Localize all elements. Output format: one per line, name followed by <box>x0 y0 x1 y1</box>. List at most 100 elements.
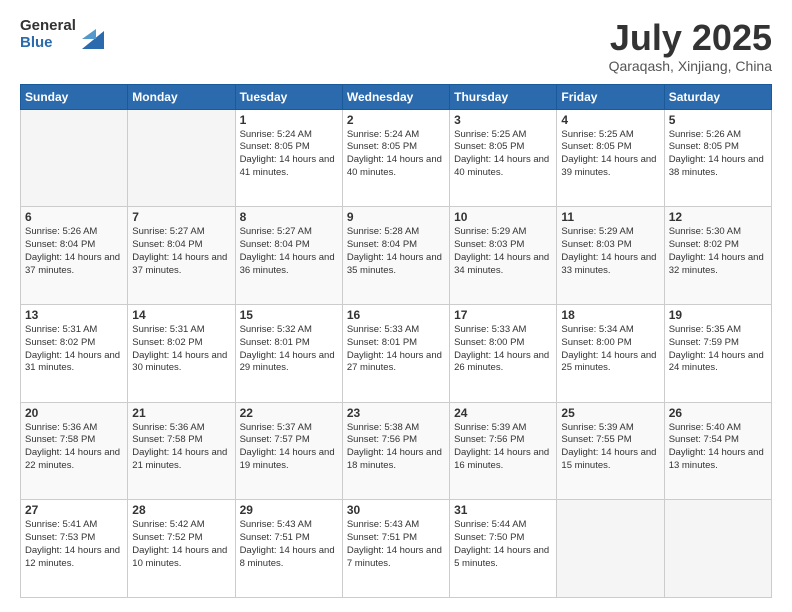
day-number: 30 <box>347 503 445 517</box>
day-number: 12 <box>669 210 767 224</box>
day-number: 22 <box>240 406 338 420</box>
day-number: 15 <box>240 308 338 322</box>
calendar-cell <box>557 500 664 598</box>
day-number: 6 <box>25 210 123 224</box>
day-number: 19 <box>669 308 767 322</box>
day-number: 28 <box>132 503 230 517</box>
cell-info: Sunrise: 5:27 AMSunset: 8:04 PMDaylight:… <box>132 226 230 277</box>
weekday-header: Thursday <box>450 84 557 109</box>
calendar-cell: 19 Sunrise: 5:35 AMSunset: 7:59 PMDayligh… <box>664 304 771 402</box>
day-number: 26 <box>669 406 767 420</box>
day-number: 25 <box>561 406 659 420</box>
day-number: 8 <box>240 210 338 224</box>
calendar-cell: 12 Sunrise: 5:30 AMSunset: 8:02 PMDayligh… <box>664 207 771 305</box>
day-number: 4 <box>561 113 659 127</box>
day-number: 24 <box>454 406 552 420</box>
cell-info: Sunrise: 5:28 AMSunset: 8:04 PMDaylight:… <box>347 226 445 277</box>
day-number: 17 <box>454 308 552 322</box>
page: General Blue July 2025 Qaraqash, Xinjian… <box>0 0 792 612</box>
calendar-week-row: 20Sunrise: 5:36 AMSunset: 7:58 PMDayligh… <box>21 402 772 500</box>
calendar-cell: 30 Sunrise: 5:43 AMSunset: 7:51 PMDayligh… <box>342 500 449 598</box>
calendar-cell: 9 Sunrise: 5:28 AMSunset: 8:04 PMDaylight… <box>342 207 449 305</box>
cell-info: Sunrise: 5:33 AMSunset: 8:00 PMDaylight:… <box>454 324 552 375</box>
day-number: 1 <box>240 113 338 127</box>
calendar-cell: 28 Sunrise: 5:42 AMSunset: 7:52 PMDayligh… <box>128 500 235 598</box>
calendar-week-row: 1 Sunrise: 5:24 AMSunset: 8:05 PMDaylight… <box>21 109 772 207</box>
month-title: July 2025 <box>609 18 772 58</box>
cell-info: Sunrise: 5:38 AMSunset: 7:56 PMDaylight:… <box>347 422 445 473</box>
calendar-cell <box>21 109 128 207</box>
calendar-cell: 15 Sunrise: 5:32 AMSunset: 8:01 PMDayligh… <box>235 304 342 402</box>
weekday-header: Wednesday <box>342 84 449 109</box>
calendar-cell: 11 Sunrise: 5:29 AMSunset: 8:03 PMDayligh… <box>557 207 664 305</box>
calendar-cell: 29Sunrise: 5:43 AMSunset: 7:51 PMDayligh… <box>235 500 342 598</box>
cell-info: Sunrise: 5:26 AMSunset: 8:04 PMDaylight:… <box>25 226 123 277</box>
cell-info: Sunrise: 5:35 AMSunset: 7:59 PMDaylight:… <box>669 324 767 375</box>
cell-info: Sunrise: 5:37 AMSunset: 7:57 PMDaylight:… <box>240 422 338 473</box>
calendar-cell: 3Sunrise: 5:25 AMSunset: 8:05 PMDaylight… <box>450 109 557 207</box>
calendar-week-row: 13Sunrise: 5:31 AMSunset: 8:02 PMDayligh… <box>21 304 772 402</box>
day-number: 9 <box>347 210 445 224</box>
cell-info: Sunrise: 5:30 AMSunset: 8:02 PMDaylight:… <box>669 226 767 277</box>
day-number: 18 <box>561 308 659 322</box>
day-number: 29 <box>240 503 338 517</box>
calendar-header-row: SundayMondayTuesdayWednesdayThursdayFrid… <box>21 84 772 109</box>
weekday-header: Tuesday <box>235 84 342 109</box>
cell-info: Sunrise: 5:31 AMSunset: 8:02 PMDaylight:… <box>132 324 230 375</box>
calendar-cell: 2 Sunrise: 5:24 AMSunset: 8:05 PMDaylight… <box>342 109 449 207</box>
logo-text: General Blue <box>20 18 76 51</box>
day-number: 11 <box>561 210 659 224</box>
calendar-table: SundayMondayTuesdayWednesdayThursdayFrid… <box>20 84 772 598</box>
calendar-cell: 31 Sunrise: 5:44 AMSunset: 7:50 PMDayligh… <box>450 500 557 598</box>
cell-info: Sunrise: 5:39 AMSunset: 7:55 PMDaylight:… <box>561 422 659 473</box>
calendar-cell: 6 Sunrise: 5:26 AMSunset: 8:04 PMDaylight… <box>21 207 128 305</box>
weekday-header: Saturday <box>664 84 771 109</box>
cell-info: Sunrise: 5:25 AMSunset: 8:05 PMDaylight:… <box>454 129 552 180</box>
calendar-week-row: 27 Sunrise: 5:41 AMSunset: 7:53 PMDayligh… <box>21 500 772 598</box>
day-number: 23 <box>347 406 445 420</box>
day-number: 7 <box>132 210 230 224</box>
weekday-header: Friday <box>557 84 664 109</box>
logo-general: General <box>20 18 76 35</box>
cell-info: Sunrise: 5:34 AMSunset: 8:00 PMDaylight:… <box>561 324 659 375</box>
cell-info: Sunrise: 5:26 AMSunset: 8:05 PMDaylight:… <box>669 129 767 180</box>
calendar-cell: 18 Sunrise: 5:34 AMSunset: 8:00 PMDayligh… <box>557 304 664 402</box>
day-number: 31 <box>454 503 552 517</box>
day-number: 14 <box>132 308 230 322</box>
day-number: 27 <box>25 503 123 517</box>
calendar-cell: 4 Sunrise: 5:25 AMSunset: 8:05 PMDaylight… <box>557 109 664 207</box>
calendar-cell: 24Sunrise: 5:39 AMSunset: 7:56 PMDayligh… <box>450 402 557 500</box>
calendar-cell <box>128 109 235 207</box>
weekday-header: Sunday <box>21 84 128 109</box>
cell-info: Sunrise: 5:43 AMSunset: 7:51 PMDaylight:… <box>347 519 445 570</box>
calendar-cell: 21Sunrise: 5:36 AMSunset: 7:58 PMDayligh… <box>128 402 235 500</box>
calendar-cell: 20Sunrise: 5:36 AMSunset: 7:58 PMDayligh… <box>21 402 128 500</box>
logo-blue: Blue <box>20 35 76 52</box>
weekday-header: Monday <box>128 84 235 109</box>
calendar-cell: 14 Sunrise: 5:31 AMSunset: 8:02 PMDayligh… <box>128 304 235 402</box>
cell-info: Sunrise: 5:44 AMSunset: 7:50 PMDaylight:… <box>454 519 552 570</box>
logo: General Blue <box>20 18 104 51</box>
cell-info: Sunrise: 5:41 AMSunset: 7:53 PMDaylight:… <box>25 519 123 570</box>
cell-info: Sunrise: 5:25 AMSunset: 8:05 PMDaylight:… <box>561 129 659 180</box>
cell-info: Sunrise: 5:29 AMSunset: 8:03 PMDaylight:… <box>561 226 659 277</box>
calendar-cell: 5Sunrise: 5:26 AMSunset: 8:05 PMDaylight… <box>664 109 771 207</box>
calendar-cell: 16Sunrise: 5:33 AMSunset: 8:01 PMDayligh… <box>342 304 449 402</box>
day-number: 2 <box>347 113 445 127</box>
calendar-cell: 22 Sunrise: 5:37 AMSunset: 7:57 PMDayligh… <box>235 402 342 500</box>
calendar-cell: 1 Sunrise: 5:24 AMSunset: 8:05 PMDaylight… <box>235 109 342 207</box>
day-number: 10 <box>454 210 552 224</box>
cell-info: Sunrise: 5:24 AMSunset: 8:05 PMDaylight:… <box>347 129 445 180</box>
cell-info: Sunrise: 5:32 AMSunset: 8:01 PMDaylight:… <box>240 324 338 375</box>
day-number: 21 <box>132 406 230 420</box>
calendar-cell: 10Sunrise: 5:29 AMSunset: 8:03 PMDayligh… <box>450 207 557 305</box>
calendar-cell: 17 Sunrise: 5:33 AMSunset: 8:00 PMDayligh… <box>450 304 557 402</box>
calendar-cell: 13Sunrise: 5:31 AMSunset: 8:02 PMDayligh… <box>21 304 128 402</box>
logo-icon <box>82 21 104 49</box>
cell-info: Sunrise: 5:42 AMSunset: 7:52 PMDaylight:… <box>132 519 230 570</box>
cell-info: Sunrise: 5:24 AMSunset: 8:05 PMDaylight:… <box>240 129 338 180</box>
calendar-cell: 27 Sunrise: 5:41 AMSunset: 7:53 PMDayligh… <box>21 500 128 598</box>
calendar-cell: 26Sunrise: 5:40 AMSunset: 7:54 PMDayligh… <box>664 402 771 500</box>
cell-info: Sunrise: 5:36 AMSunset: 7:58 PMDaylight:… <box>25 422 123 473</box>
calendar-cell <box>664 500 771 598</box>
